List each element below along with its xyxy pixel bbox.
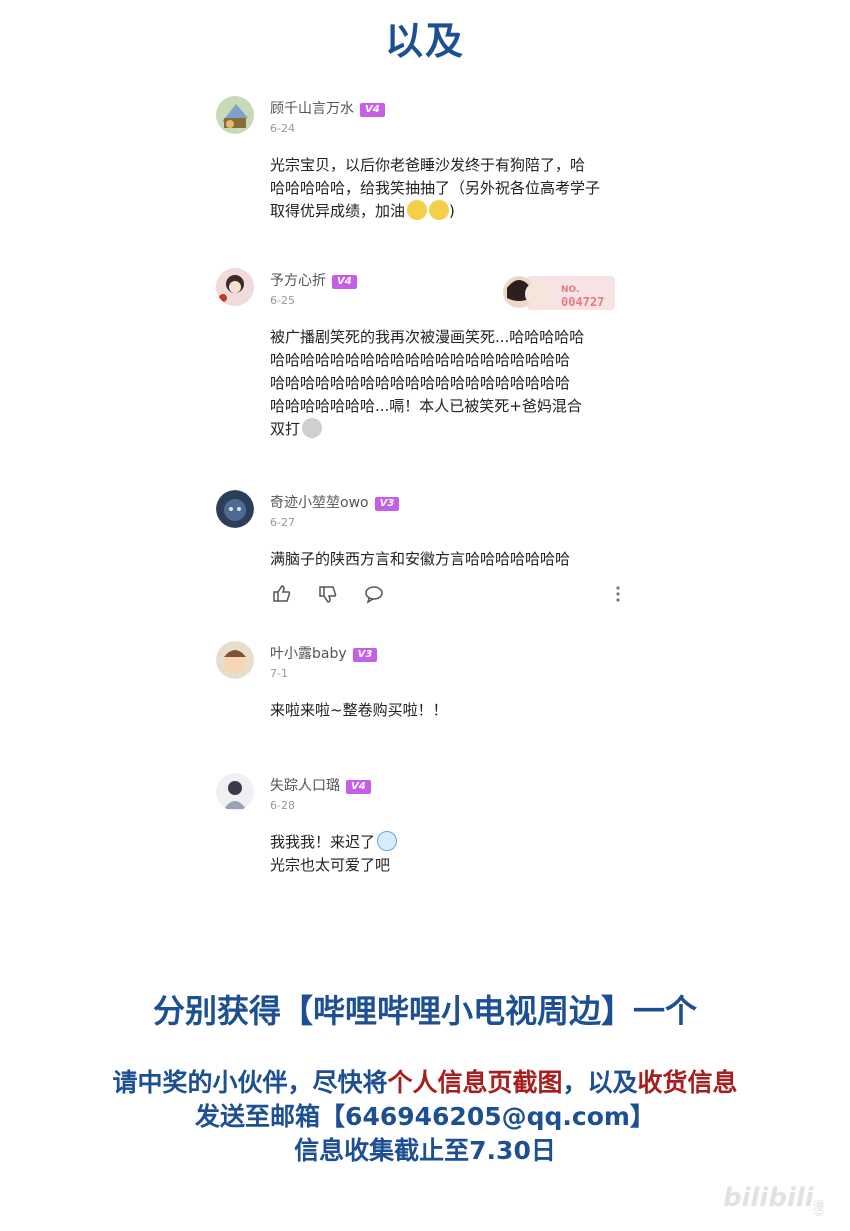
notice-line-1: 请中奖的小伙伴，尽快将个人信息页截图，以及收货信息: [112, 1068, 738, 1097]
comment-text: 我我我！来迟了 光宗也太可爱了吧: [270, 831, 630, 877]
watermark-sub-text: 漫画: [811, 1200, 825, 1216]
hug-emoji-icon: [407, 200, 428, 220]
bilibili-manga-watermark: bilibili 漫画: [723, 1174, 843, 1224]
comment-date: 6-25: [270, 294, 295, 307]
username[interactable]: 予方心折 V4: [270, 270, 357, 290]
username[interactable]: 失踪人口璐 V4: [270, 775, 371, 795]
notice-text: 请中奖的小伙伴，尽快将个人信息页截图，以及收货信息 发送至邮箱【64694620…: [0, 1066, 850, 1168]
level-badge: V4: [346, 780, 371, 794]
prize-announcement: 分别获得【哔哩哔哩小电视周边】一个: [152, 992, 697, 1030]
fan-badge-prefix: NO.: [561, 285, 579, 295]
comment-actions: [272, 584, 632, 606]
avatar[interactable]: [216, 268, 254, 306]
avatar[interactable]: [216, 96, 254, 134]
fan-badge-number: 004727: [561, 295, 604, 309]
comment-date: 6-27: [270, 516, 295, 529]
tv-emoji-icon: [377, 831, 398, 851]
level-badge: V3: [374, 497, 400, 511]
comment-date: 6-24: [270, 122, 295, 135]
notice-line-2: 发送至邮箱【646946205@qq.com】: [195, 1102, 655, 1131]
avatar[interactable]: [216, 773, 254, 811]
username[interactable]: 叶小露baby V3: [270, 643, 378, 663]
comment-item: 奇迹小堃堃owo V3 6-27 满脑子的陕西方言和安徽方言哈哈哈哈哈哈哈: [216, 490, 636, 580]
username[interactable]: 奇迹小堃堃owo V3: [270, 492, 400, 512]
watermark-logo-text: bilibili: [723, 1183, 815, 1213]
dizzy-face-icon: [302, 418, 323, 438]
comment-text: 满脑子的陕西方言和安徽方言哈哈哈哈哈哈哈: [270, 550, 571, 568]
fan-badge: NO. 004727: [497, 270, 615, 316]
page-title: 以及: [384, 19, 465, 63]
comment-text: 被广播剧笑死的我再次被漫画笑死...哈哈哈哈哈 哈哈哈哈哈哈哈哈哈哈哈哈哈哈哈哈…: [270, 328, 585, 438]
comment-item: 失踪人口璐 V4 6-28 我我我！来迟了 光宗也太可爱了吧: [216, 773, 636, 883]
notice-line-3: 信息收集截止至7.30日: [294, 1136, 556, 1165]
comment-date: 7-1: [270, 667, 288, 680]
level-badge: V4: [360, 103, 385, 117]
like-icon[interactable]: [272, 584, 292, 608]
level-badge: V4: [332, 275, 357, 289]
username[interactable]: 顾千山言万水 V4: [270, 98, 385, 118]
comment-text: 来啦来啦~整卷购买啦！！: [270, 701, 448, 719]
dislike-icon[interactable]: [318, 584, 338, 608]
more-icon[interactable]: [614, 584, 622, 608]
comment-date: 6-28: [270, 799, 295, 812]
comment-text: 光宗宝贝，以后你老爸睡沙发终于有狗陪了，哈 哈哈哈哈哈，给我笑抽抽了（另外祝各位…: [270, 156, 601, 220]
comment-item: 叶小露baby V3 7-1 来啦来啦~整卷购买啦！！: [216, 641, 636, 731]
reply-icon[interactable]: [364, 584, 384, 608]
avatar[interactable]: [216, 641, 254, 679]
comment-item: 顾千山言万水 V4 6-24 光宗宝贝，以后你老爸睡沙发终于有狗陪了，哈 哈哈哈哈…: [216, 96, 636, 236]
hug-emoji-icon: [429, 200, 450, 220]
avatar[interactable]: [216, 490, 254, 528]
level-badge: V3: [352, 648, 378, 662]
